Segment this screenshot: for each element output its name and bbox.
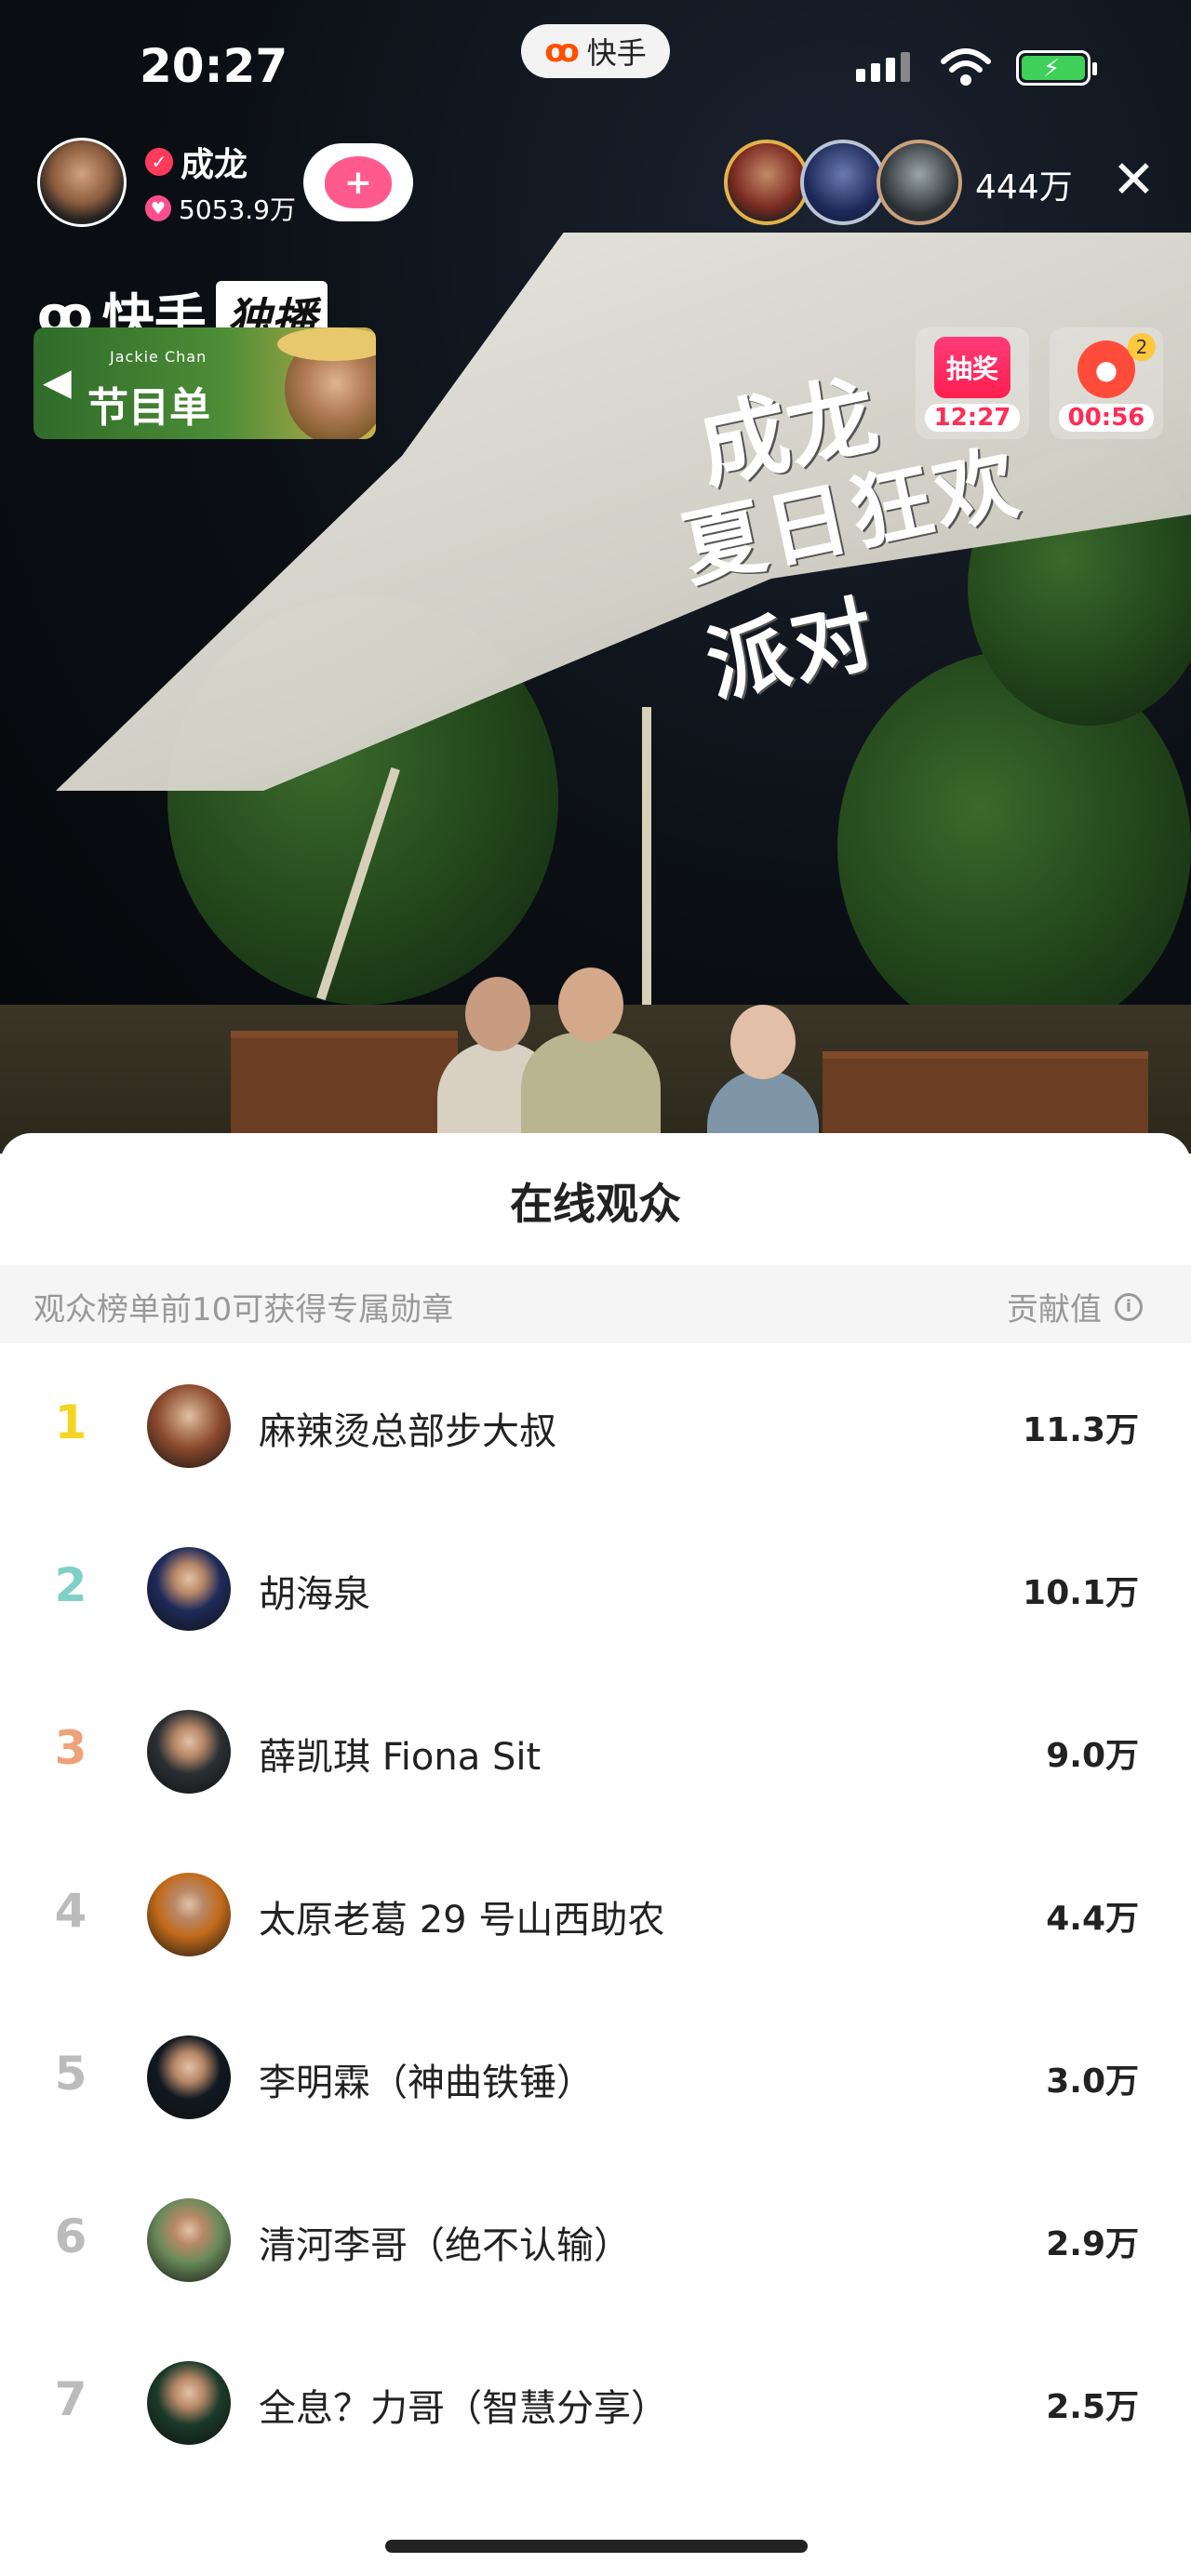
heart-plus-icon: + (325, 156, 392, 208)
contribution-score: 11.3万 (1023, 1411, 1139, 1449)
home-indicator[interactable] (385, 2540, 808, 2553)
user-avatar[interactable] (147, 1547, 231, 1631)
contribution-score: 9.0万 (1046, 1737, 1139, 1775)
verified-icon: ✓ (145, 148, 173, 176)
likes-heart-icon: ♥ (145, 195, 171, 221)
planter-box (231, 1031, 458, 1141)
status-time: 20:27 (140, 39, 288, 93)
user-avatar[interactable] (147, 2198, 231, 2282)
sheet-title: 在线观众 (510, 1179, 681, 1229)
ranking-notice-bar: 观众榜单前10可获得专属勋章 贡献值 i (0, 1265, 1191, 1343)
lottery-gift-icon: 抽奖 (934, 337, 1010, 398)
user-name: 太原老葛 29 号山西助农 (259, 1899, 665, 1942)
user-name: 胡海泉 (259, 1573, 370, 1616)
red-packet-icon: ● (1077, 340, 1135, 398)
contribution-score: 2.5万 (1046, 2388, 1139, 2426)
red-packet-count: 2 (1128, 333, 1156, 361)
list-item[interactable]: 1 麻辣烫总部步大叔 11.3万 (0, 1343, 1191, 1506)
straw-hat-image (277, 327, 376, 361)
list-item[interactable]: 5 李明霖（神曲铁锤） 3.0万 (0, 1995, 1191, 2157)
rank-number: 6 (54, 2209, 87, 2263)
app-indicator-pill[interactable]: ꝏ 快手 (521, 24, 670, 78)
audience-ranking-list: 1 麻辣烫总部步大叔 11.3万 2 胡海泉 10.1万 3 薛凯琪 Fiona Sit 9.0… (0, 1343, 1191, 2483)
follow-button[interactable]: + (303, 143, 413, 221)
user-name: 清河李哥（绝不认输） (259, 2224, 631, 2267)
host-avatar[interactable] (37, 138, 127, 227)
live-video[interactable]: 成龙 夏日狂欢派对 20:27 ꝏ 快手 ⚡ ✓ 成龙 ♥ 5053.9万 + … (0, 0, 1191, 1154)
user-avatar[interactable] (147, 1873, 231, 1956)
user-avatar[interactable] (147, 1384, 231, 1468)
app-pill-label: 快手 (586, 35, 647, 71)
host-name: 成龙 (181, 146, 248, 184)
user-name: 薛凯琪 Fiona Sit (259, 1736, 542, 1779)
contribution-score: 10.1万 (1023, 1574, 1139, 1612)
host-profile[interactable]: ✓ 成龙 ♥ 5053.9万 (37, 138, 296, 227)
charging-bolt-icon: ⚡ (1043, 55, 1061, 83)
user-name: 全息？力哥（智慧分享） (259, 2387, 668, 2430)
online-audience-sheet: 在线观众 观众榜单前10可获得专属勋章 贡献值 i 1 麻辣烫总部步大叔 11.3万… (0, 1133, 1191, 2576)
red-packet-widget[interactable]: 2 ● 00:56 (1050, 327, 1163, 439)
user-avatar[interactable] (147, 2361, 231, 2445)
host-likes-count: 5053.9万 (179, 194, 296, 225)
list-item[interactable]: 2 胡海泉 10.1万 (0, 1506, 1191, 1669)
rank-number: 2 (54, 1558, 87, 1612)
cellular-signal-icon (856, 52, 910, 82)
contribution-value-header[interactable]: 贡献值 i (1007, 1284, 1143, 1329)
user-avatar[interactable] (147, 1710, 231, 1794)
info-icon[interactable]: i (1115, 1292, 1143, 1321)
battery-icon: ⚡ (1016, 50, 1097, 86)
chevron-left-icon: ◀ (43, 361, 72, 404)
red-packet-timer: 00:56 (1058, 404, 1155, 432)
contribution-score: 3.0万 (1046, 2062, 1139, 2101)
contribution-value-label: 贡献值 (1007, 1291, 1102, 1328)
viewer-avatar[interactable] (800, 140, 886, 225)
rank-number: 1 (54, 1395, 87, 1449)
list-item[interactable]: 3 薛凯琪 Fiona Sit 9.0万 (0, 1669, 1191, 1832)
lottery-timer: 12:27 (924, 404, 1021, 432)
status-bar: 20:27 ꝏ 快手 ⚡ (0, 0, 1191, 140)
contribution-score: 2.9万 (1046, 2225, 1139, 2263)
viewer-avatar[interactable] (877, 140, 962, 225)
program-list-card[interactable]: ◀ Jackie Chan 节目单 (33, 327, 376, 439)
rank-number: 3 (54, 1721, 87, 1775)
viewer-avatar[interactable] (724, 140, 810, 225)
user-name: 麻辣烫总部步大叔 (259, 1410, 556, 1453)
program-card-subtitle: Jackie Chan (110, 348, 207, 366)
lottery-widget[interactable]: 抽奖 12:27 (916, 327, 1029, 439)
top-viewers-avatars[interactable] (724, 140, 962, 225)
rank-number: 7 (54, 2372, 87, 2426)
wifi-icon (941, 48, 991, 86)
rank-number: 4 (54, 1884, 87, 1938)
lottery-label: 抽奖 (945, 354, 998, 384)
list-item[interactable]: 7 全息？力哥（智慧分享） 2.5万 (0, 2320, 1191, 2483)
user-avatar[interactable] (147, 2035, 231, 2119)
ranking-notice-text: 观众榜单前10可获得专属勋章 (33, 1291, 454, 1328)
viewer-count[interactable]: 444万 (975, 160, 1073, 208)
contribution-score: 4.4万 (1046, 1900, 1139, 1938)
program-card-title: 节目单 (87, 384, 210, 432)
rank-number: 5 (54, 2047, 87, 2101)
close-icon[interactable]: ✕ (1112, 154, 1156, 207)
user-name: 李明霖（神曲铁锤） (259, 2062, 594, 2104)
kuaishou-logo-icon: ꝏ (544, 33, 580, 70)
list-item[interactable]: 6 清河李哥（绝不认输） 2.9万 (0, 2157, 1191, 2320)
list-item[interactable]: 4 太原老葛 29 号山西助农 4.4万 (0, 1832, 1191, 1995)
